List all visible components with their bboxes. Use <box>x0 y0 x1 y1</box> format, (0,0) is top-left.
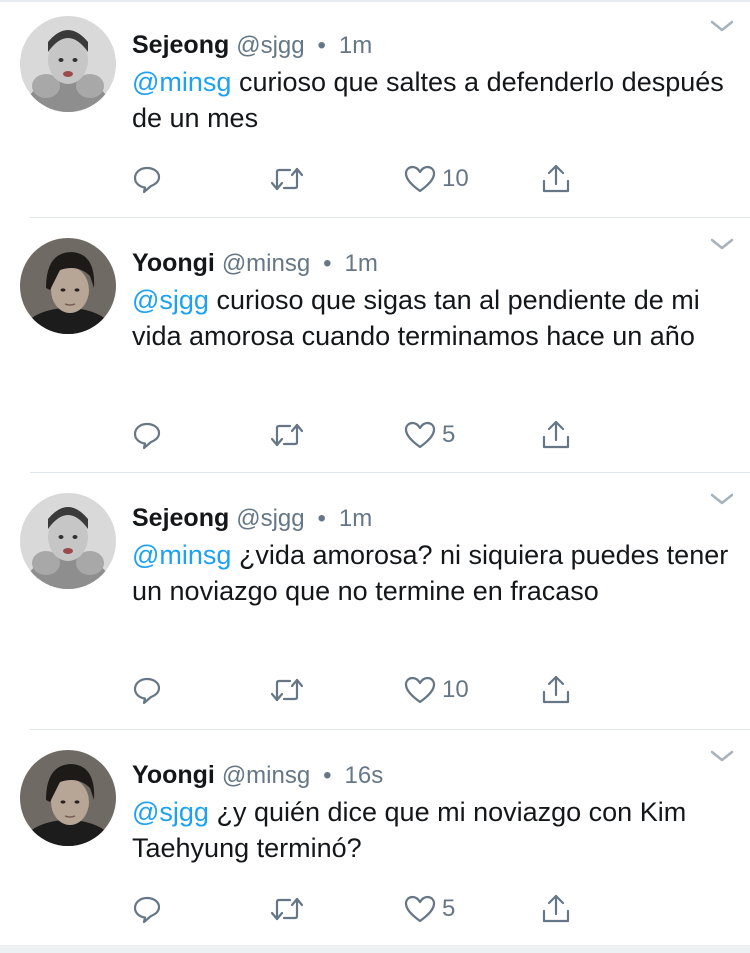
tweet-text: @minsg ¿vida amorosa? ni siquiera puedes… <box>132 537 732 609</box>
tweet-feed: Sejeong @sjgg • 1m @minsg curioso que sa… <box>0 2 750 945</box>
timestamp[interactable]: 1m <box>345 250 378 277</box>
chevron-down-icon[interactable] <box>708 16 736 36</box>
heart-icon <box>404 895 436 923</box>
avatar[interactable] <box>20 493 116 589</box>
tweet-header: Sejeong @sjgg • 1m <box>132 30 372 61</box>
reply-button[interactable] <box>132 162 162 196</box>
tweet-header: Yoongi @minsg • 1m <box>132 248 378 279</box>
mention-link[interactable]: @minsg <box>132 540 231 570</box>
action-bar: 5 <box>132 418 592 452</box>
reply-icon <box>133 677 161 705</box>
retweet-button[interactable] <box>270 673 304 707</box>
share-icon <box>542 420 570 449</box>
like-count: 10 <box>442 165 469 192</box>
retweet-icon <box>270 897 304 921</box>
share-icon <box>542 894 570 923</box>
retweet-button[interactable] <box>270 892 304 926</box>
chevron-down-icon[interactable] <box>708 746 736 766</box>
display-name[interactable]: Sejeong <box>132 31 229 59</box>
reply-icon <box>133 166 161 194</box>
retweet-icon <box>270 423 304 447</box>
reply-icon <box>133 422 161 450</box>
reply-icon <box>133 896 161 924</box>
heart-icon <box>404 421 436 449</box>
separator-dot: • <box>323 762 332 789</box>
mention-link[interactable]: @sjgg <box>132 285 209 315</box>
bottom-divider <box>0 945 750 953</box>
retweet-icon <box>270 678 304 702</box>
like-button[interactable]: 10 <box>404 162 469 196</box>
action-bar: 10 <box>132 673 592 707</box>
timestamp[interactable]: 1m <box>339 505 372 532</box>
retweet-button[interactable] <box>270 162 304 196</box>
reply-button[interactable] <box>132 418 162 452</box>
tweet-header: Sejeong @sjgg • 1m <box>132 503 372 534</box>
avatar[interactable] <box>20 750 116 846</box>
action-bar: 10 <box>132 162 592 196</box>
share-icon <box>542 675 570 704</box>
mention-link[interactable]: @minsg <box>132 67 231 97</box>
share-button[interactable] <box>540 418 572 452</box>
share-icon <box>542 164 570 193</box>
like-button[interactable]: 10 <box>404 673 469 707</box>
reply-button[interactable] <box>132 892 162 926</box>
display-name[interactable]: Yoongi <box>132 761 215 789</box>
chevron-down-icon[interactable] <box>708 489 736 509</box>
heart-icon <box>404 676 436 704</box>
like-count: 5 <box>442 895 456 922</box>
tweet-body: curioso que sigas tan al pendiente de mi… <box>132 285 700 351</box>
separator-dot: • <box>323 250 332 277</box>
tweet-header: Yoongi @minsg • 16s <box>132 760 383 791</box>
tweet-text: @minsg curioso que saltes a defenderlo d… <box>132 64 732 136</box>
share-button[interactable] <box>540 673 572 707</box>
user-handle[interactable]: @minsg <box>222 250 310 277</box>
like-button[interactable]: 5 <box>404 892 455 926</box>
heart-icon <box>404 165 436 193</box>
user-handle[interactable]: @minsg <box>222 762 310 789</box>
action-bar: 5 <box>132 892 592 926</box>
like-count: 5 <box>442 421 456 448</box>
user-handle[interactable]: @sjgg <box>236 505 304 532</box>
retweet-button[interactable] <box>270 418 304 452</box>
retweet-icon <box>270 167 304 191</box>
tweet-text: @sjgg ¿y quién dice que mi noviazgo con … <box>132 794 732 866</box>
user-handle[interactable]: @sjgg <box>236 32 304 59</box>
tweet[interactable]: Sejeong @sjgg • 1m @minsg curioso que sa… <box>0 2 750 218</box>
reply-button[interactable] <box>132 673 162 707</box>
tweet-text: @sjgg curioso que sigas tan al pendiente… <box>132 282 732 354</box>
display-name[interactable]: Yoongi <box>132 249 215 277</box>
mention-link[interactable]: @sjgg <box>132 797 209 827</box>
timestamp[interactable]: 16s <box>345 762 384 789</box>
separator-dot: • <box>317 505 326 532</box>
share-button[interactable] <box>540 892 572 926</box>
timestamp[interactable]: 1m <box>339 32 372 59</box>
tweet[interactable]: Yoongi @minsg • 16s @sjgg ¿y quién dice … <box>0 730 750 945</box>
like-count: 10 <box>442 676 469 703</box>
separator-dot: • <box>317 32 326 59</box>
chevron-down-icon[interactable] <box>708 234 736 254</box>
tweet-body: ¿y quién dice que mi noviazgo con Kim Ta… <box>132 797 687 863</box>
display-name[interactable]: Sejeong <box>132 504 229 532</box>
like-button[interactable]: 5 <box>404 418 455 452</box>
share-button[interactable] <box>540 162 572 196</box>
avatar[interactable] <box>20 238 116 334</box>
avatar[interactable] <box>20 16 116 112</box>
tweet[interactable]: Yoongi @minsg • 1m @sjgg curioso que sig… <box>0 218 750 473</box>
tweet[interactable]: Sejeong @sjgg • 1m @minsg ¿vida amorosa?… <box>0 473 750 730</box>
